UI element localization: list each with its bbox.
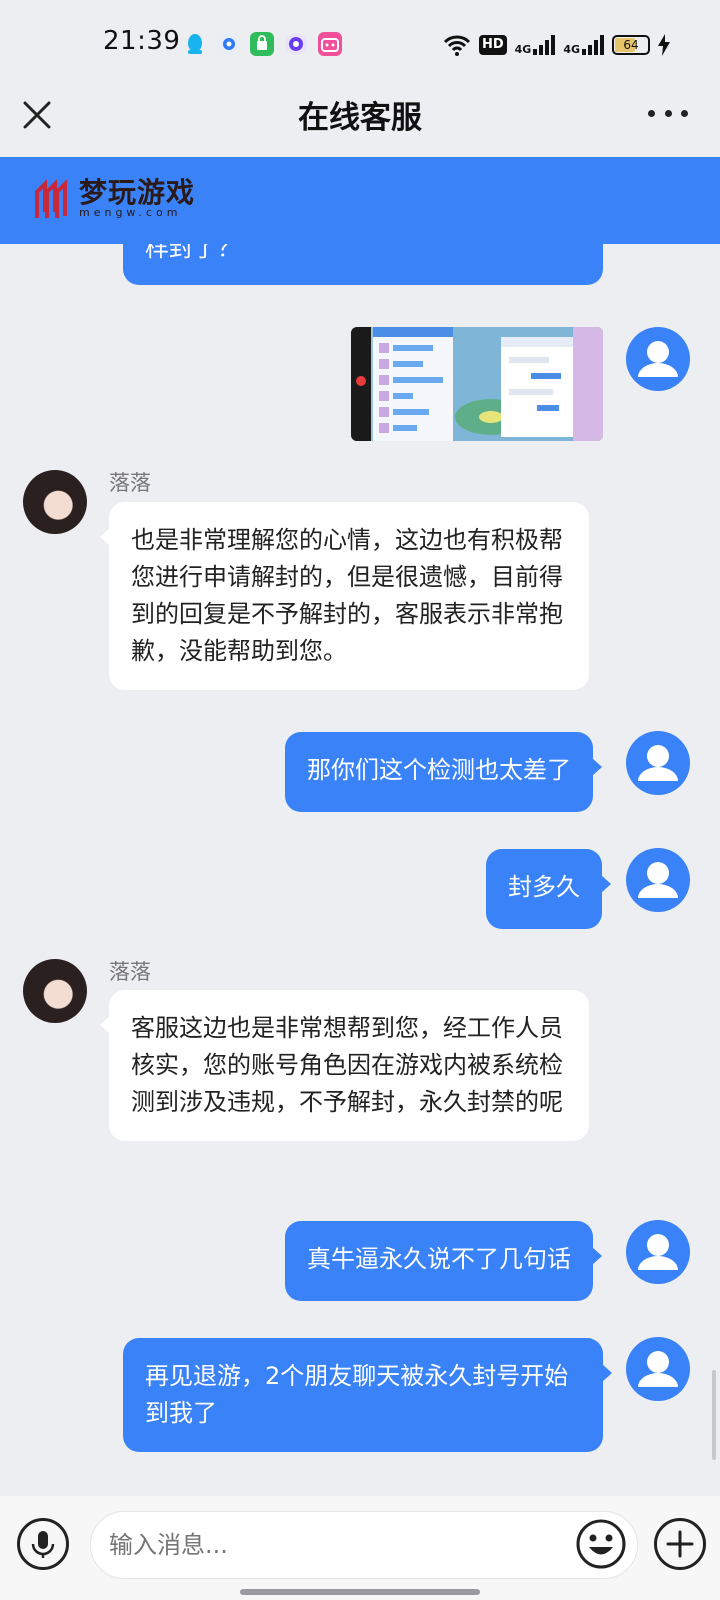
agent-avatar[interactable]	[23, 470, 87, 534]
brand-name: 梦玩游戏	[79, 176, 196, 209]
microphone-icon[interactable]	[17, 1518, 69, 1570]
page-title: 在线客服	[298, 100, 422, 136]
user-avatar[interactable]	[626, 731, 690, 795]
brand-logo-icon	[35, 179, 67, 218]
title-bar: 在线客服	[0, 90, 720, 157]
message-bubble-user: 样封了？	[123, 244, 603, 285]
user-avatar[interactable]	[626, 848, 690, 912]
agent-avatar[interactable]	[23, 959, 87, 1023]
image-message[interactable]	[351, 327, 603, 441]
add-icon[interactable]	[654, 1518, 706, 1570]
scrollbar[interactable]	[712, 1370, 716, 1460]
message-bubble-user: 真牛逼永久说不了几句话	[285, 1221, 602, 1301]
emoji-icon[interactable]	[575, 1518, 627, 1570]
user-avatar[interactable]	[626, 327, 690, 391]
charging-icon	[658, 34, 670, 56]
agent-name: 落落	[109, 471, 151, 495]
battery-level: 64	[623, 38, 639, 52]
status-bar: 21:39 HD 4G 4G 64	[0, 0, 720, 90]
browser-app-icon	[217, 32, 241, 56]
home-indicator[interactable]	[240, 1589, 480, 1595]
wifi-icon	[443, 35, 471, 56]
hd-badge: HD	[478, 35, 507, 55]
chat-list[interactable]: 样封了？ 落落 也是非常理解您的心情，这边也有积极帮您进行申请解封的，但是很遗憾…	[0, 244, 720, 1496]
battery-icon: 64	[612, 35, 650, 55]
message-text: 封多久	[508, 873, 580, 901]
message-text: 再见退游，2个朋友聊天被永久封号开始到我了	[145, 1362, 569, 1427]
status-indicators: HD 4G 4G 64	[443, 30, 670, 60]
shop-app-icon	[250, 32, 274, 56]
brand-banner: 梦玩游戏 mengw.com	[0, 157, 720, 244]
user-avatar[interactable]	[626, 1220, 690, 1284]
user-avatar[interactable]	[626, 1337, 690, 1401]
agent-name: 落落	[109, 960, 151, 984]
message-bubble-user: 封多久	[486, 849, 611, 929]
message-text: 那你们这个检测也太差了	[307, 756, 571, 784]
message-input[interactable]	[90, 1511, 638, 1579]
brand-domain: mengw.com	[79, 206, 182, 219]
more-icon[interactable]	[648, 110, 688, 120]
brand-logo: 梦玩游戏 mengw.com	[33, 178, 195, 220]
signal-2-label: 4G	[563, 43, 580, 56]
message-text: 客服这边也是非常想帮到您，经工作人员核实，您的账号角色因在游戏内被系统检测到涉及…	[131, 1014, 563, 1116]
bilibili-app-icon	[318, 32, 342, 56]
signal-1-icon: 4G	[515, 35, 556, 55]
message-text: 真牛逼永久说不了几句话	[307, 1245, 571, 1273]
signal-1-label: 4G	[514, 43, 532, 56]
qq-app-icon	[183, 32, 207, 56]
media-app-icon	[284, 32, 308, 56]
input-bar	[0, 1496, 720, 1600]
status-time: 21:39	[103, 26, 181, 56]
message-bubble-user: 那你们这个检测也太差了	[285, 732, 602, 812]
message-text: 样封了？	[145, 244, 241, 262]
message-bubble-agent: 也是非常理解您的心情，这边也有积极帮您进行申请解封的，但是很遗憾，目前得到的回复…	[100, 502, 589, 690]
message-bubble-user: 再见退游，2个朋友聊天被永久封号开始到我了	[123, 1338, 612, 1452]
signal-2-icon: 4G	[563, 35, 604, 55]
message-text: 也是非常理解您的心情，这边也有积极帮您进行申请解封的，但是很遗憾，目前得到的回复…	[131, 526, 563, 665]
message-bubble-agent: 客服这边也是非常想帮到您，经工作人员核实，您的账号角色因在游戏内被系统检测到涉及…	[100, 990, 589, 1141]
